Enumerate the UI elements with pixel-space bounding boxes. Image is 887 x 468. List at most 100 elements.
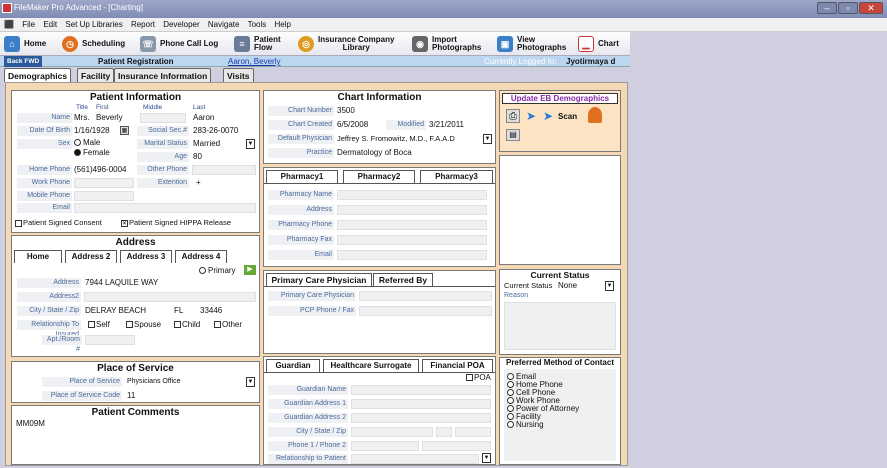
physician-dropdown-icon[interactable]: ▼ (483, 134, 492, 144)
home-phone-field[interactable]: (561)496-0004 (74, 165, 126, 175)
guardian-relationship-field[interactable] (351, 454, 479, 464)
name-title-field[interactable]: Mrs. (74, 113, 90, 123)
tab-facility[interactable]: Facility (77, 68, 115, 82)
default-physician-field[interactable]: Jeffrey S. Fromowitz, M.D., F.A.A.D (337, 134, 455, 144)
pharmacy-email-field[interactable] (337, 250, 487, 260)
rel-spouse-checkbox[interactable]: Spouse (126, 320, 161, 330)
menu-navigate[interactable]: Navigate (208, 20, 240, 29)
guardian-tab[interactable]: Guardian (266, 359, 320, 372)
pcp-phone-fax-field[interactable] (359, 306, 492, 316)
menu-help[interactable]: Help (274, 20, 290, 29)
reason-field[interactable] (504, 302, 616, 350)
state-field[interactable]: FL (174, 306, 183, 316)
pcp-field[interactable] (359, 291, 492, 301)
marital-status-field[interactable]: Married (193, 139, 220, 149)
other-phone-field[interactable] (192, 165, 256, 175)
menu-report[interactable]: Report (131, 20, 155, 29)
tab-insurance-information[interactable]: Insurance Information (114, 68, 212, 82)
marital-dropdown-icon[interactable]: ▼ (246, 139, 255, 149)
pharmacy-phone-field[interactable] (337, 220, 487, 230)
printer-icon[interactable]: ⎙ (506, 109, 520, 123)
current-status-field[interactable]: None (558, 281, 577, 291)
menu-set-up-libraries[interactable]: Set Up Libraries (65, 20, 122, 29)
pharmacy-tab-1[interactable]: Pharmacy1 (266, 170, 338, 183)
patient-comments-text[interactable]: MM09M (16, 419, 45, 429)
first-name-field[interactable]: Beverly (96, 113, 123, 123)
hippa-checkbox[interactable]: ✕ Patient Signed HIPPA Release (121, 218, 231, 228)
close-button[interactable]: ✕ (859, 2, 883, 14)
address-field[interactable]: 7944 LAQUILE WAY (85, 278, 158, 288)
pharmacy-tab-3[interactable]: Pharmacy3 (420, 170, 493, 183)
consent-checkbox[interactable]: Patient Signed Consent (15, 218, 102, 228)
insurance-library-button[interactable]: ◎ Insurance Company Library (298, 34, 394, 54)
scan-button[interactable]: Scan (558, 112, 577, 121)
relationship-dropdown-icon[interactable]: ▼ (482, 453, 491, 463)
sex-male-radio[interactable]: Male (74, 138, 100, 148)
guardian-address1-field[interactable] (351, 399, 491, 409)
person-icon[interactable] (588, 107, 602, 123)
address-tab-2[interactable]: Address 2 (65, 250, 117, 263)
extension-field[interactable]: + (196, 178, 201, 188)
tab-visits[interactable]: Visits (223, 68, 254, 82)
rel-child-checkbox[interactable]: Child (174, 320, 200, 330)
menu-developer[interactable]: Developer (163, 20, 199, 29)
maximize-button[interactable]: ▫ (838, 2, 858, 14)
guardian-phone2-field[interactable] (422, 441, 491, 451)
pharmacy-tab-2[interactable]: Pharmacy2 (343, 170, 415, 183)
back-forward-button[interactable]: Back FWD (4, 56, 43, 67)
map-icon[interactable]: ▶ (244, 265, 256, 275)
primary-radio[interactable]: Primary (199, 266, 236, 276)
city-field[interactable]: DELRAY BEACH (85, 306, 146, 316)
view-photographs-button[interactable]: ▣ View Photographs (497, 34, 566, 54)
home-button[interactable]: ⌂ Home (4, 34, 46, 54)
last-name-field[interactable]: Aaron (193, 113, 214, 123)
scheduling-button[interactable]: ◷ Scheduling (62, 34, 125, 54)
contact-nursing-radio[interactable]: Nursing (507, 421, 613, 429)
guardian-city-field[interactable] (351, 427, 433, 437)
address-tab-3[interactable]: Address 3 (120, 250, 172, 263)
referred-by-tab[interactable]: Referred By (373, 273, 433, 286)
menu-file[interactable]: File (22, 20, 35, 29)
current-status-dropdown-icon[interactable]: ▼ (605, 281, 614, 291)
poa-checkbox[interactable]: POA (466, 373, 491, 383)
dob-field[interactable]: 1/16/1928 (74, 126, 110, 136)
menu-tools[interactable]: Tools (248, 20, 267, 29)
ssn-field[interactable]: 283-26-0070 (193, 126, 238, 136)
sex-female-radio[interactable]: Female (74, 148, 110, 158)
guardian-name-field[interactable] (351, 385, 491, 395)
guardian-state-field[interactable] (436, 427, 452, 437)
email-field[interactable] (74, 203, 256, 213)
pharmacy-address-field[interactable] (337, 205, 487, 215)
phone-call-log-button[interactable]: ☏ Phone Call Log (140, 34, 218, 54)
update-eb-demographics-button[interactable]: Update EB Demographics (502, 93, 618, 104)
apt-field[interactable] (85, 335, 135, 345)
address-tab-4[interactable]: Address 4 (175, 250, 227, 263)
guardian-zip-field[interactable] (455, 427, 491, 437)
patient-link[interactable]: Aaron, Beverly (228, 56, 280, 67)
tab-demographics[interactable]: Demographics (4, 68, 72, 82)
app-menu-icon[interactable]: ⬛ (4, 20, 14, 29)
mobile-phone-field[interactable] (74, 191, 134, 201)
place-of-service-field[interactable]: Physicians Office (127, 377, 181, 387)
guardian-address2-field[interactable] (351, 413, 491, 423)
place-of-service-code-field[interactable]: 11 (127, 391, 135, 401)
minimize-button[interactable]: – (817, 2, 837, 14)
address-tab-home[interactable]: Home (14, 250, 62, 263)
pharmacy-name-field[interactable] (337, 190, 487, 200)
healthcare-surrogate-tab[interactable]: Healthcare Surrogate (323, 359, 419, 372)
zip-field[interactable]: 33446 (200, 306, 222, 316)
financial-poa-tab[interactable]: Financial POA (422, 359, 493, 372)
address2-field[interactable] (84, 292, 256, 302)
menu-edit[interactable]: Edit (43, 20, 57, 29)
pharmacy-fax-field[interactable] (337, 235, 487, 245)
place-of-service-dropdown-icon[interactable]: ▼ (246, 377, 255, 387)
practice-field[interactable]: Dermatology of Boca (337, 148, 412, 158)
patient-flow-button[interactable]: ≡ Patient Flow (234, 34, 281, 54)
work-phone-field[interactable] (74, 178, 134, 188)
scanner-icon[interactable]: ▤ (506, 129, 520, 141)
chart-button[interactable]: ▁ Chart (578, 34, 619, 54)
import-photographs-button[interactable]: ◉ Import Photographs (412, 34, 481, 54)
rel-other-checkbox[interactable]: Other (214, 320, 242, 330)
middle-name-field[interactable] (140, 113, 186, 123)
rel-self-checkbox[interactable]: Self (88, 320, 110, 330)
